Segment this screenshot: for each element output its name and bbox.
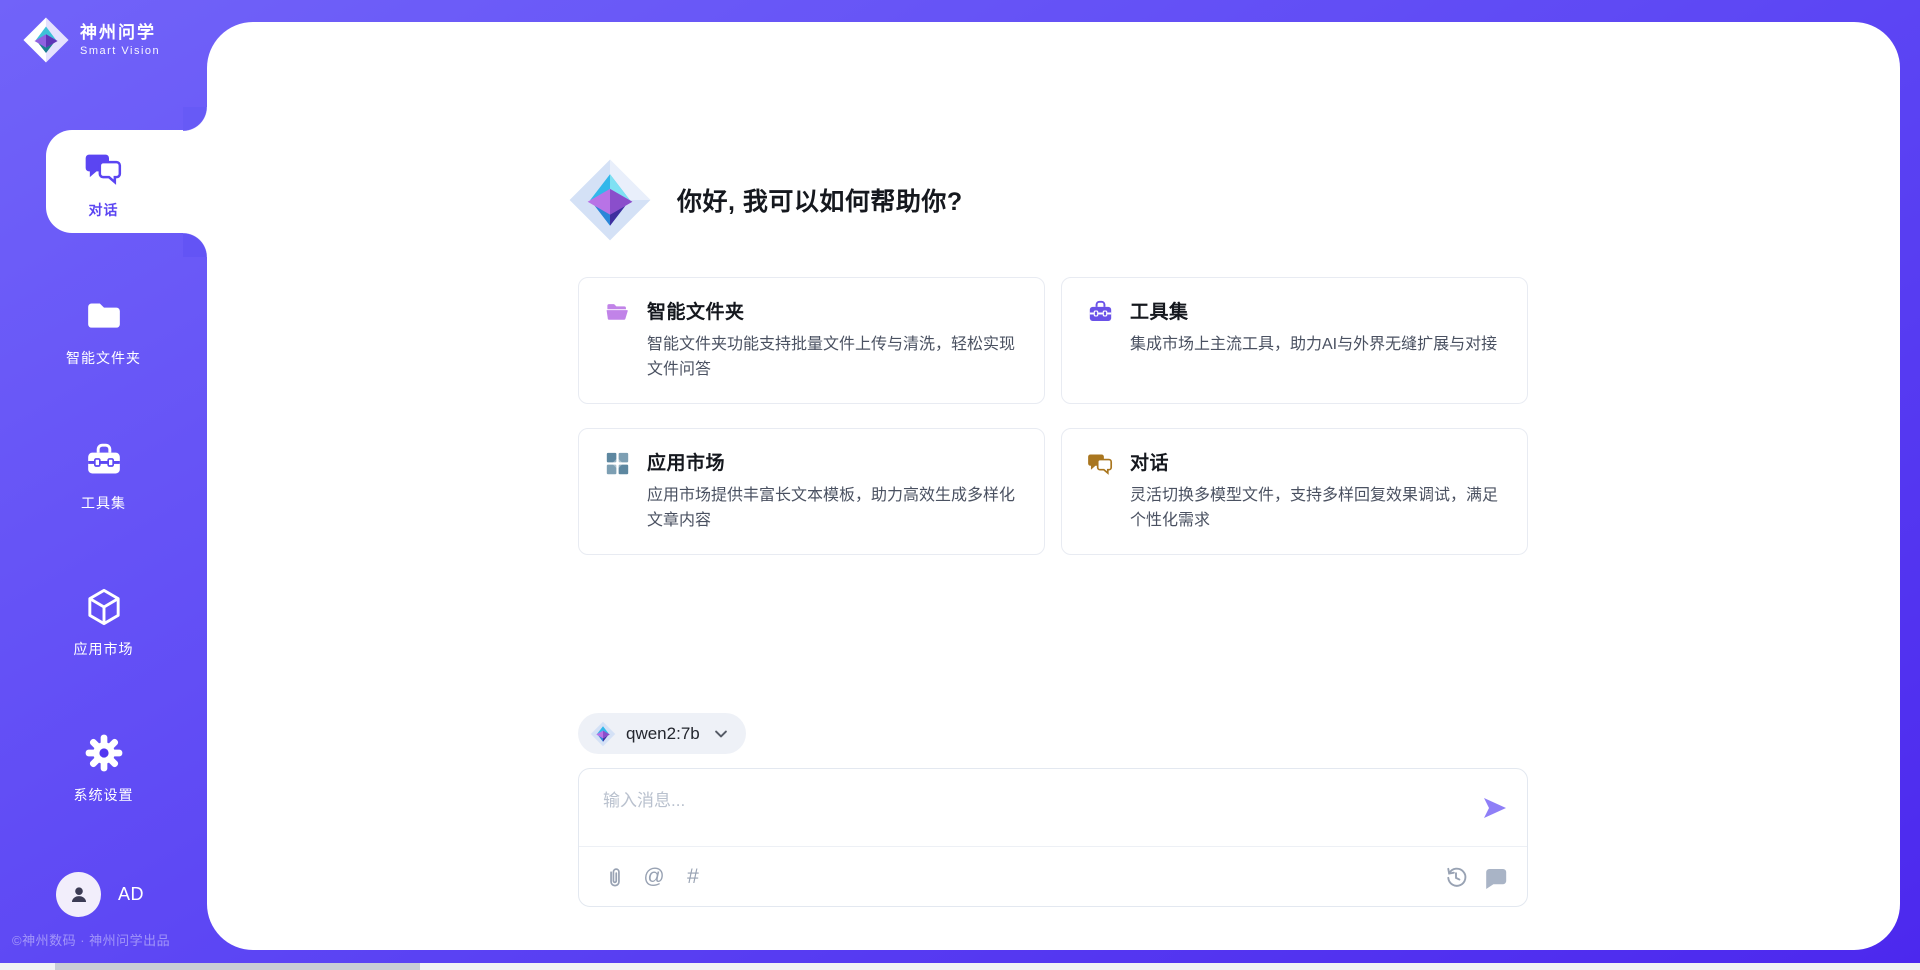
- brand-subtitle: Smart Vision: [80, 45, 160, 57]
- topic-icon[interactable]: #: [681, 865, 705, 889]
- user-profile[interactable]: AD: [56, 872, 144, 917]
- card-toolset[interactable]: 工具集 集成市场上主流工具，助力AI与外界无缝扩展与对接: [1061, 277, 1528, 404]
- chevron-down-icon: [712, 725, 730, 743]
- brand-logo-block: 神州问学 Smart Vision: [22, 16, 160, 64]
- person-icon: [66, 882, 92, 908]
- brand-logo-icon: [22, 16, 70, 64]
- send-icon: [1481, 795, 1507, 821]
- sidebar-item-smart-folder[interactable]: 智能文件夹: [0, 296, 207, 368]
- message-composer: @ #: [578, 768, 1528, 907]
- card-chat[interactable]: 对话 灵活切换多模型文件，支持多样回复效果调试，满足个性化需求: [1061, 428, 1528, 555]
- grid-icon: [604, 450, 631, 477]
- brand-name: 神州问学: [80, 23, 160, 43]
- main-panel: 你好, 我可以如何帮助你? 智能文件夹 智能文件夹功能支持批量文件上传与清洗，轻…: [207, 22, 1900, 950]
- card-title: 应用市场: [647, 448, 1022, 475]
- gear-icon: [84, 733, 124, 773]
- chat-icon: [1087, 450, 1114, 477]
- app-logo-icon: [567, 157, 653, 243]
- sidebar-item-chat[interactable]: 对话: [0, 148, 207, 220]
- card-app-market[interactable]: 应用市场 应用市场提供丰富长文本模板，助力高效生成多样化文章内容: [578, 428, 1045, 555]
- card-title: 对话: [1130, 448, 1505, 475]
- composer-divider: [579, 846, 1527, 847]
- history-icon[interactable]: [1444, 865, 1468, 889]
- feature-cards: 智能文件夹 智能文件夹功能支持批量文件上传与清洗，轻松实现文件问答 工具集 集成…: [578, 277, 1528, 555]
- composer-toolbar-right: [1444, 865, 1507, 889]
- folder-icon: [84, 296, 124, 336]
- sidebar: 神州问学 Smart Vision 对话 智能文件夹 工具集: [0, 0, 207, 970]
- card-description: 灵活切换多模型文件，支持多样回复效果调试，满足个性化需求: [1130, 484, 1505, 534]
- card-smart-folder[interactable]: 智能文件夹 智能文件夹功能支持批量文件上传与清洗，轻松实现文件问答: [578, 277, 1045, 404]
- composer-toolbar-left: @ #: [603, 865, 705, 889]
- model-name: qwen2:7b: [626, 724, 700, 744]
- conversations-icon[interactable]: [1483, 865, 1507, 889]
- horizontal-scrollbar[interactable]: [0, 963, 1920, 970]
- sidebar-item-label: 智能文件夹: [0, 348, 207, 368]
- toolbox-icon: [1087, 299, 1114, 326]
- card-description: 应用市场提供丰富长文本模板，助力高效生成多样化文章内容: [647, 484, 1022, 534]
- card-description: 智能文件夹功能支持批量文件上传与清洗，轻松实现文件问答: [647, 333, 1022, 383]
- copyright-text: ©神州数码 · 神州问学出品: [12, 930, 170, 949]
- model-selector[interactable]: qwen2:7b: [578, 713, 746, 754]
- avatar: [56, 872, 101, 917]
- sidebar-item-label: 工具集: [0, 493, 207, 513]
- sidebar-item-label: 对话: [0, 200, 207, 220]
- card-title: 智能文件夹: [647, 297, 1022, 324]
- model-logo-icon: [590, 721, 616, 747]
- user-name: AD: [118, 884, 144, 905]
- card-description: 集成市场上主流工具，助力AI与外界无缝扩展与对接: [1130, 333, 1505, 358]
- sidebar-item-label: 应用市场: [0, 639, 207, 659]
- greeting-title: 你好, 我可以如何帮助你?: [677, 182, 963, 218]
- pill-scoop-bottom: [183, 233, 207, 257]
- attachment-icon[interactable]: [603, 865, 627, 889]
- card-title: 工具集: [1130, 297, 1505, 324]
- greeting-block: 你好, 我可以如何帮助你?: [567, 157, 963, 243]
- toolbox-icon: [84, 441, 124, 481]
- horizontal-scrollbar-thumb[interactable]: [55, 963, 420, 970]
- folder-open-icon: [604, 299, 631, 326]
- sidebar-item-settings[interactable]: 系统设置: [0, 733, 207, 805]
- pill-scoop-top: [183, 107, 207, 131]
- mention-icon[interactable]: @: [642, 865, 666, 889]
- sidebar-item-label: 系统设置: [0, 785, 207, 805]
- chat-icon: [84, 148, 124, 188]
- cube-icon: [84, 587, 124, 627]
- sidebar-item-app-market[interactable]: 应用市场: [0, 587, 207, 659]
- send-button[interactable]: [1481, 795, 1507, 821]
- sidebar-item-toolset[interactable]: 工具集: [0, 441, 207, 513]
- message-input[interactable]: [603, 786, 1443, 816]
